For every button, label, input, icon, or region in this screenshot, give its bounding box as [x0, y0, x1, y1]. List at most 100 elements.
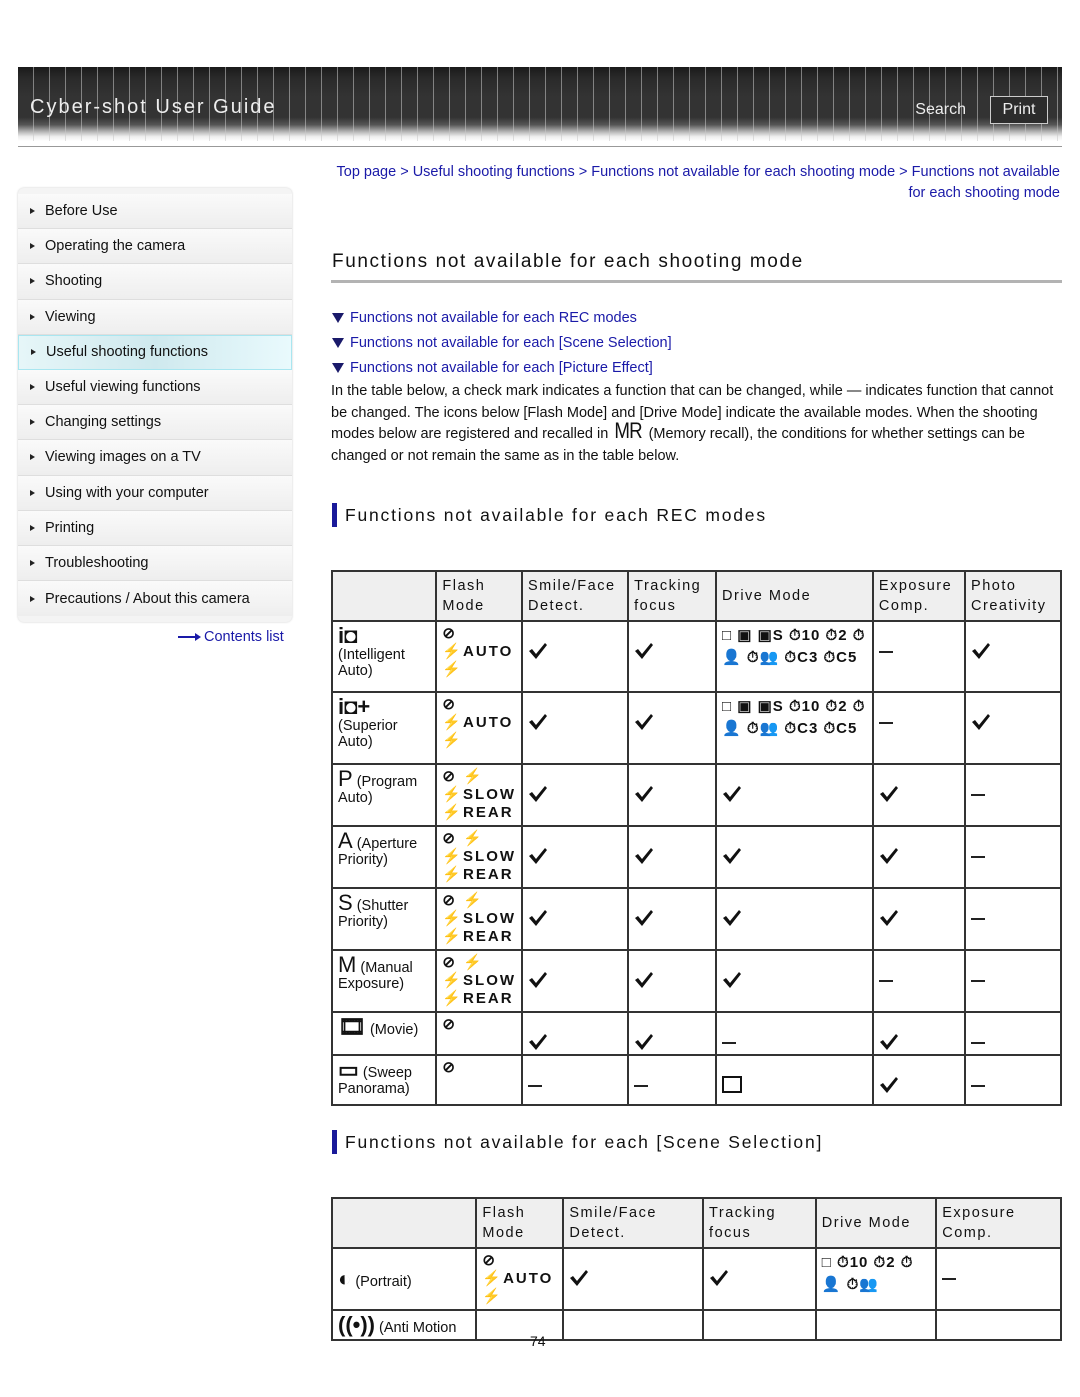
program-auto-icon: P: [338, 766, 353, 791]
sidebar-item[interactable]: Viewing: [18, 299, 292, 335]
check-mark-icon: [528, 1033, 548, 1051]
check-mark-icon: [722, 847, 742, 865]
column-header: Drive Mode: [715, 570, 874, 622]
sidebar-item-label: Useful viewing functions: [45, 379, 201, 396]
caret-right-icon: [30, 595, 35, 602]
flash-mode-cell: [475, 1309, 565, 1341]
exposure-cell: [871, 887, 967, 951]
sidebar-item[interactable]: Shooting: [18, 264, 292, 300]
caret-right-icon: [31, 349, 36, 356]
title-divider: [331, 280, 1062, 283]
dash-icon: [971, 980, 986, 982]
column-header: Exposure Comp.: [871, 570, 967, 622]
drive-cell: [715, 1054, 874, 1106]
table-row: ((•)) (Anti Motion: [330, 1309, 1062, 1341]
dash-icon: [971, 1042, 986, 1044]
shutter-priority-icon: S: [338, 890, 353, 915]
column-header: Smile/Face Detect.: [562, 1197, 705, 1249]
flash-mode-cell: ⊘: [435, 1054, 524, 1106]
check-mark-icon: [528, 971, 548, 989]
contents-list-link[interactable]: Contents list: [178, 629, 284, 645]
exposure-cell: [871, 949, 967, 1013]
sidebar-item[interactable]: Useful shooting functions: [18, 334, 292, 370]
column-header: Drive Mode: [814, 1197, 938, 1249]
sidebar-item[interactable]: Changing settings: [18, 405, 292, 441]
drive-cell-icons: □ ⏱10 ⏱2 ⏱👤 ⏱👥: [821, 1254, 914, 1293]
caret-right-icon: [30, 208, 35, 215]
table-row: M (Manual Exposure) ⊘ ⚡ ⚡SLOW ⚡REAR: [330, 949, 1062, 1013]
sidebar-nav: Before Use Operating the camera Shooting Vi…: [18, 188, 292, 622]
breadcrumb: Top page > Useful shooting functions > F…: [330, 162, 1061, 204]
smile-cell: [521, 691, 630, 765]
caret-right-icon: [30, 419, 35, 426]
caret-right-icon: [30, 454, 35, 461]
exposure-cell: [871, 1011, 967, 1056]
superior-auto-icon: i◘+: [338, 694, 371, 719]
breadcrumb-separator: >: [400, 164, 409, 180]
page-number: 74: [530, 1333, 546, 1349]
flash-mode-cell: ⊘ ⚡AUTO ⚡: [475, 1247, 565, 1311]
search-link[interactable]: Search: [915, 101, 966, 119]
check-mark-icon: [634, 713, 654, 731]
column-header: [330, 570, 438, 622]
breadcrumb-link[interactable]: Functions not available for each shootin…: [591, 164, 895, 180]
page-title: Functions not available for each shootin…: [332, 251, 804, 272]
guide-title: Cyber-shot User Guide: [30, 96, 277, 118]
table-row: A (Aperture Priority) ⊘ ⚡ ⚡SLOW ⚡REAR: [330, 825, 1062, 889]
exposure-cell: [871, 825, 967, 889]
smile-cell: [521, 825, 630, 889]
exposure-cell: [871, 1054, 967, 1106]
mode-cell: A (Aperture Priority): [330, 825, 438, 889]
column-header: Tracking focus: [702, 1197, 817, 1249]
breadcrumb-separator: >: [899, 164, 908, 180]
sidebar-item-label: Printing: [45, 519, 95, 536]
check-mark-icon: [971, 713, 991, 731]
sweep-panorama-icon: ▭: [338, 1057, 359, 1082]
flash-mode-cell-icons: ⊘ ⚡ ⚡SLOW ⚡REAR: [442, 892, 517, 945]
drive-cell: [715, 763, 874, 827]
flash-mode-cell: ⊘: [435, 1011, 524, 1056]
sidebar-item[interactable]: Useful viewing functions: [18, 369, 292, 406]
sidebar-item-label: Before Use: [45, 203, 118, 220]
anchor-link-label: Functions not available for each [Scene …: [350, 334, 672, 351]
drive-cell: □ ▣ ▣S ⏱10 ⏱2 ⏱👤 ⏱👥 ⏱C3 ⏱C5: [715, 620, 874, 693]
sidebar-item[interactable]: Operating the camera: [18, 229, 292, 265]
sidebar-item[interactable]: Before Use: [18, 194, 292, 230]
drive-cell: [715, 949, 874, 1013]
mode-label: (Intelligent Auto): [338, 647, 405, 679]
flash-mode-cell-icons: ⊘ ⚡AUTO ⚡: [482, 1252, 554, 1305]
drive-cell: [715, 887, 874, 951]
tracking-cell: [702, 1309, 817, 1341]
tracking-cell: [627, 949, 718, 1013]
flash-mode-cell: ⊘ ⚡ ⚡SLOW ⚡REAR: [435, 825, 524, 889]
sidebar-item[interactable]: Troubleshooting: [18, 545, 292, 582]
anchor-link-label: Functions not available for each REC mod…: [350, 309, 637, 326]
breadcrumb-link[interactable]: Top page: [337, 164, 397, 180]
anchor-link-scene-selection[interactable]: Functions not available for each [Scene …: [332, 330, 672, 355]
section-title-rec-modes: Functions not available for each REC mod…: [332, 503, 767, 527]
anchor-link-picture-effect[interactable]: Functions not available for each [Pictur…: [332, 355, 672, 380]
print-button[interactable]: Print: [990, 96, 1048, 124]
creativity-cell: [964, 887, 1062, 951]
check-mark-icon: [634, 785, 654, 803]
tracking-cell: [627, 825, 718, 889]
sidebar-item[interactable]: Using with your computer: [18, 475, 292, 511]
check-mark-icon: [634, 642, 654, 660]
creativity-cell: [964, 1054, 1062, 1106]
rec-modes-table: Flash Mode Smile/Face Detect. Tracking foc…: [330, 570, 1062, 1106]
column-header: Photo Creativity: [964, 570, 1062, 622]
flash-mode-cell: ⊘ ⚡AUTO ⚡: [435, 691, 524, 765]
sidebar-item[interactable]: Viewing images on a TV: [18, 440, 292, 476]
section-title-scene-selection: Functions not available for each [Scene …: [332, 1130, 823, 1154]
breadcrumb-link[interactable]: Functions not available for each shootin…: [908, 164, 1060, 201]
drive-cell: □ ▣ ▣S ⏱10 ⏱2 ⏱👤 ⏱👥 ⏱C3 ⏱C5: [715, 691, 874, 765]
anchor-link-rec-modes[interactable]: Functions not available for each REC mod…: [332, 305, 672, 330]
breadcrumb-link[interactable]: Useful shooting functions: [413, 164, 575, 180]
smile-cell: [562, 1247, 705, 1311]
check-mark-icon: [722, 785, 742, 803]
creativity-cell: [964, 763, 1062, 827]
sidebar-item[interactable]: Precautions / About this camera: [18, 581, 292, 617]
flash-mode-cell-icons: ⊘ ⚡AUTO ⚡: [442, 625, 514, 678]
check-mark-icon: [879, 785, 899, 803]
sidebar-item[interactable]: Printing: [18, 510, 292, 546]
